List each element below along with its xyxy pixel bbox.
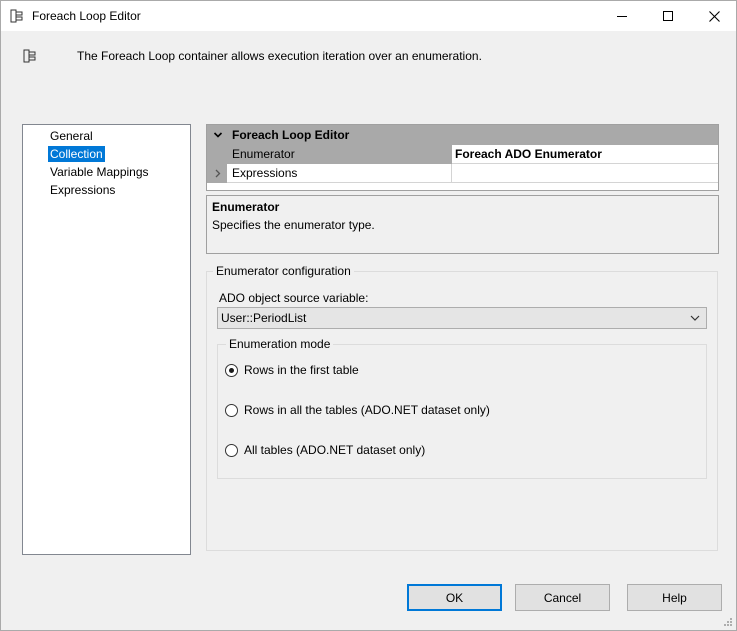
group-legend: Enumeration mode (226, 337, 334, 351)
property-grid: Foreach Loop Editor Enumerator Foreach A… (206, 124, 719, 191)
close-button[interactable] (691, 1, 737, 31)
mode-option-all-tables-rows[interactable]: Rows in all the tables (ADO.NET dataset … (225, 402, 490, 418)
radio-label[interactable]: Rows in the first table (244, 363, 359, 377)
property-name[interactable]: Expressions (227, 164, 452, 183)
radio-label[interactable]: Rows in all the tables (ADO.NET dataset … (244, 403, 490, 417)
foreach-container-icon (23, 49, 36, 63)
minimize-icon (617, 16, 627, 17)
radio-label[interactable]: All tables (ADO.NET dataset only) (244, 443, 425, 457)
foreach-container-icon (10, 9, 23, 23)
chevron-right-icon[interactable] (213, 169, 222, 178)
nav-item-variable-mappings[interactable]: Variable Mappings (48, 164, 151, 180)
minimize-button[interactable] (599, 1, 645, 31)
source-variable-select[interactable]: User::PeriodList (217, 307, 707, 329)
ok-button[interactable]: OK (407, 584, 502, 611)
radio-button[interactable] (225, 403, 238, 417)
property-name[interactable]: Enumerator (227, 145, 452, 164)
property-row-enumerator[interactable]: Enumerator Foreach ADO Enumerator (207, 145, 718, 164)
group-legend: Enumerator configuration (213, 264, 354, 278)
window-title: Foreach Loop Editor (32, 9, 141, 23)
cancel-button[interactable]: Cancel (515, 584, 610, 611)
property-value[interactable] (452, 164, 718, 183)
property-description-panel: Enumerator Specifies the enumerator type… (206, 195, 719, 254)
property-category-row[interactable]: Foreach Loop Editor (207, 125, 718, 145)
maximize-button[interactable] (645, 1, 691, 31)
nav-item-expressions[interactable]: Expressions (48, 182, 117, 198)
nav-item-collection[interactable]: Collection (48, 146, 105, 162)
mode-option-first-table[interactable]: Rows in the first table (225, 362, 359, 378)
radio-button[interactable] (225, 363, 238, 377)
title-bar[interactable]: Foreach Loop Editor (1, 1, 736, 31)
selected-value: User::PeriodList (221, 311, 307, 325)
source-variable-label: ADO object source variable: (219, 291, 369, 305)
chevron-down-icon (690, 315, 700, 321)
property-row-expressions[interactable]: Expressions (207, 164, 718, 183)
mode-option-all-tables[interactable]: All tables (ADO.NET dataset only) (225, 442, 425, 458)
chevron-down-icon[interactable] (213, 130, 223, 140)
resize-grip-icon[interactable] (721, 615, 733, 627)
maximize-icon (663, 11, 673, 21)
foreach-loop-editor-window: Foreach Loop Editor The Foreach Loop con… (0, 0, 737, 631)
property-category-label: Foreach Loop Editor (232, 128, 350, 142)
description-title: Enumerator (212, 200, 280, 214)
help-button[interactable]: Help (627, 584, 722, 611)
page-navigation-list: General Collection Variable Mappings Exp… (22, 124, 191, 555)
description-text: Specifies the enumerator type. (212, 218, 375, 232)
radio-button[interactable] (225, 443, 238, 457)
property-value[interactable]: Foreach ADO Enumerator (452, 145, 718, 164)
nav-item-general[interactable]: General (48, 128, 95, 144)
header-description: The Foreach Loop container allows execut… (77, 49, 482, 63)
close-icon (708, 10, 720, 22)
